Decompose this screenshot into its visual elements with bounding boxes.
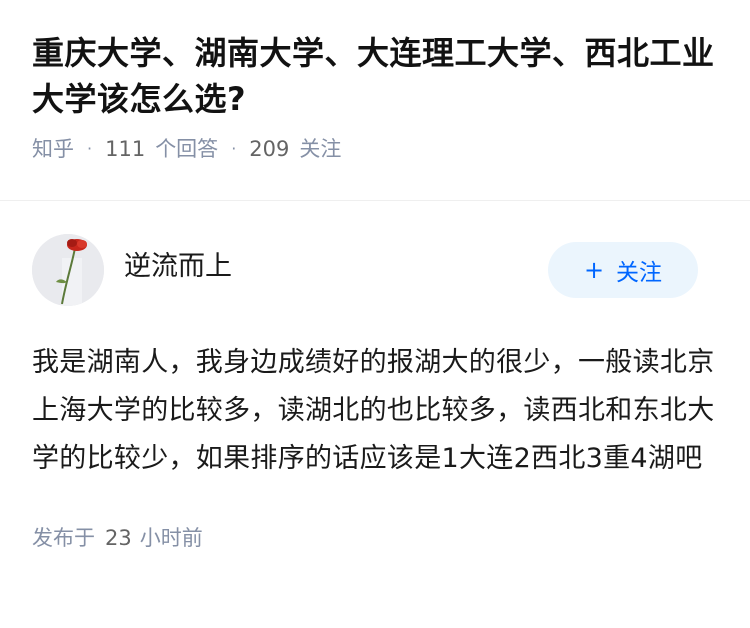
- meta-separator: ·: [231, 139, 237, 158]
- follow-button[interactable]: + 关注: [548, 242, 698, 298]
- answer-count-label: 个回答: [155, 137, 219, 161]
- author-name[interactable]: 逆流而上: [124, 249, 232, 285]
- publish-unit: 小时前: [139, 526, 203, 550]
- question-meta: 知乎 · 111 个回答 · 209 关注: [32, 134, 716, 164]
- author-row: 逆流而上 + 关注: [0, 201, 750, 307]
- follow-button-label: 关注: [616, 260, 663, 286]
- source-label[interactable]: 知乎: [32, 134, 74, 164]
- publish-value: 23: [105, 526, 132, 550]
- follower-count: 209: [249, 137, 290, 161]
- answer-content[interactable]: 我是湖南人，我身边成绩好的报湖大的很少，一般读北京上海大学的比较多，读湖北的也比…: [32, 339, 718, 483]
- meta-separator: ·: [87, 139, 93, 158]
- follower-count-label: 关注: [299, 137, 342, 161]
- flower-avatar-icon: [32, 234, 104, 306]
- plus-icon: +: [583, 256, 605, 284]
- zhihu-answer-page: 重庆大学、湖南大学、大连理工大学、西北工业大学该怎么选? 知乎 · 111 个回…: [0, 0, 750, 628]
- avatar[interactable]: [32, 234, 104, 306]
- question-title[interactable]: 重庆大学、湖南大学、大连理工大学、西北工业大学该怎么选?: [32, 30, 716, 122]
- answer-card: 逆流而上 + 关注 我是湖南人，我身边成绩好的报湖大的很少，一般读北京上海大学的…: [0, 201, 750, 553]
- publish-time: 发布于 23 小时前: [32, 523, 750, 553]
- question-header: 重庆大学、湖南大学、大连理工大学、西北工业大学该怎么选? 知乎 · 111 个回…: [0, 0, 750, 170]
- answer-count: 111: [105, 137, 146, 161]
- publish-prefix: 发布于: [32, 526, 95, 550]
